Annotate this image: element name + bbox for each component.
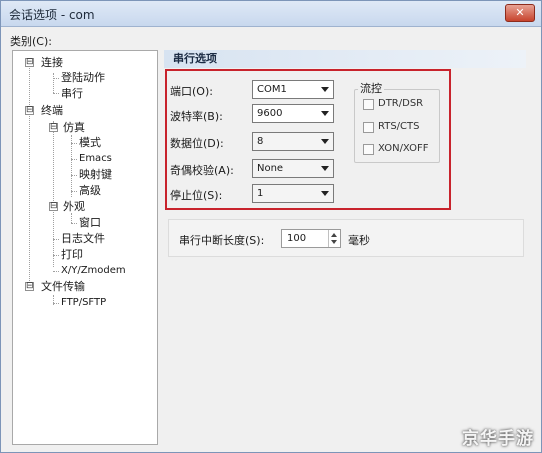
dtr-dsr-label: DTR/DSR [378, 98, 424, 109]
category-tree[interactable]: ⊟ 连接 登陆动作 串行 ⊟ 终端 ⊟ 仿真 模式 Emacs 映射键 高级 ⊟… [12, 50, 158, 445]
parity-select[interactable]: None [252, 159, 334, 178]
break-length-value: 100 [287, 233, 307, 244]
rts-cts-checkbox[interactable] [363, 122, 374, 133]
parity-label: 奇偶校验(A): [170, 164, 234, 177]
tree-line [53, 78, 59, 79]
tree-line [53, 73, 54, 93]
stopbits-label: 停止位(S): [170, 189, 223, 202]
collapse-icon[interactable]: ⊟ [25, 282, 34, 291]
baud-select[interactable]: 9600 [252, 104, 334, 123]
tree-line [71, 191, 77, 192]
sidebar-item-advanced[interactable]: 高级 [79, 184, 101, 198]
sidebar-item-appearance[interactable]: 外观 [63, 200, 85, 214]
watermark-logo: 京华手游 [462, 429, 534, 449]
break-length-spinner[interactable]: 100 [281, 229, 341, 248]
sidebar-item-window[interactable]: 窗口 [79, 216, 101, 230]
dropdown-arrow-icon [321, 111, 329, 116]
tree-line [53, 255, 59, 256]
sidebar-item-ftp-sftp[interactable]: FTP/SFTP [61, 296, 106, 310]
tree-line [53, 303, 59, 304]
collapse-icon[interactable]: ⊟ [49, 202, 58, 211]
tree-line [53, 93, 59, 94]
category-label: 类别(C): [10, 35, 52, 48]
sidebar-item-terminal[interactable]: 终端 [41, 104, 63, 118]
stopbits-select[interactable]: 1 [252, 184, 334, 203]
dropdown-arrow-icon [321, 139, 329, 144]
dtr-dsr-checkbox[interactable] [363, 99, 374, 110]
baud-label: 波特率(B): [170, 110, 223, 123]
break-length-unit: 毫秒 [348, 234, 370, 247]
databits-select[interactable]: 8 [252, 132, 334, 151]
port-value: COM1 [257, 84, 287, 95]
tree-line [29, 63, 30, 285]
baud-value: 9600 [257, 108, 283, 119]
parity-value: None [257, 163, 284, 174]
sidebar-item-emacs[interactable]: Emacs [79, 152, 112, 166]
tree-line [71, 135, 72, 197]
window-title: 会话选项 - com [9, 8, 95, 22]
tree-line [71, 143, 77, 144]
sidebar-item-modes[interactable]: 模式 [79, 136, 101, 150]
sidebar-item-file-transfer[interactable]: 文件传输 [41, 280, 85, 294]
sidebar-item-emulation[interactable]: 仿真 [63, 121, 85, 135]
sidebar-item-xyzmodem[interactable]: X/Y/Zmodem [61, 264, 126, 278]
xon-xoff-label: XON/XOFF [378, 143, 429, 154]
databits-value: 8 [257, 136, 264, 147]
tree-line [71, 213, 72, 223]
rts-cts-label: RTS/CTS [378, 121, 420, 132]
tree-line [71, 175, 77, 176]
sidebar-item-printing[interactable]: 打印 [61, 248, 83, 262]
spin-up-icon[interactable] [331, 233, 337, 237]
port-select[interactable]: COM1 [252, 80, 334, 99]
sidebar-item-log-file[interactable]: 日志文件 [61, 232, 105, 246]
sidebar-item-login-actions[interactable]: 登陆动作 [61, 71, 105, 85]
collapse-icon[interactable]: ⊟ [25, 58, 34, 67]
sidebar-item-serial[interactable]: 串行 [61, 87, 83, 101]
spinner-buttons[interactable] [328, 230, 340, 247]
databits-label: 数据位(D): [170, 137, 224, 150]
section-header: 串行选项 [164, 50, 526, 68]
title-bar: 会话选项 - com ✕ [1, 1, 541, 27]
spin-down-icon[interactable] [331, 240, 337, 244]
tree-line [71, 223, 77, 224]
dropdown-arrow-icon [321, 87, 329, 92]
break-length-label: 串行中断长度(S): [179, 234, 265, 247]
sidebar-item-connection[interactable]: 连接 [41, 56, 63, 70]
tree-line [71, 159, 77, 160]
tree-line [53, 121, 54, 267]
tree-line [53, 239, 59, 240]
collapse-icon[interactable]: ⊟ [25, 106, 34, 115]
dropdown-arrow-icon [321, 166, 329, 171]
tree-line [53, 271, 59, 272]
close-button[interactable]: ✕ [505, 4, 535, 22]
port-label: 端口(O): [170, 85, 213, 98]
xon-xoff-checkbox[interactable] [363, 144, 374, 155]
collapse-icon[interactable]: ⊟ [49, 123, 58, 132]
stopbits-value: 1 [257, 188, 264, 199]
flow-control-title: 流控 [358, 80, 384, 96]
sidebar-item-mapped-keys[interactable]: 映射键 [79, 168, 112, 182]
dropdown-arrow-icon [321, 191, 329, 196]
